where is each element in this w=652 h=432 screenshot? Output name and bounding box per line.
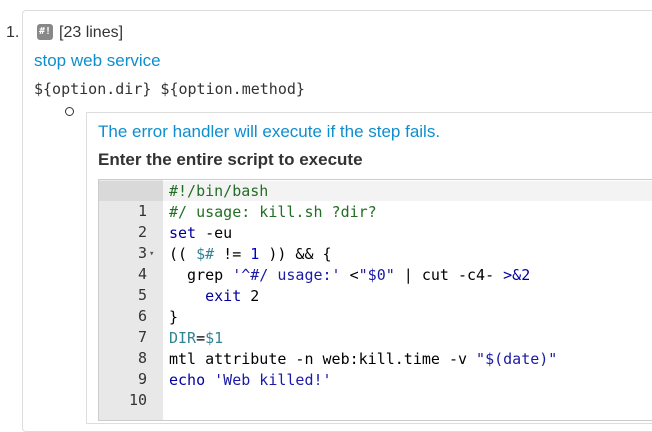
code-line[interactable]: 1 #!/bin/bash (99, 181, 652, 220)
code-text: DIR=$1 (169, 329, 224, 347)
code-text: grep '^#/ usage:' <"$0" | cut -c4- >&2 (169, 266, 531, 284)
error-handler-description: The error handler will execute if the st… (98, 122, 441, 141)
code-line[interactable]: 6 exit 2 (99, 286, 652, 325)
code-line[interactable]: 8 DIR=$1 (99, 328, 652, 367)
code-line[interactable]: 9 mtl attribute -n web:kill.time -v "$(d… (99, 349, 652, 388)
step-title-link[interactable]: stop web service (34, 51, 161, 71)
code-text: (( $# != 1 )) && { (169, 245, 332, 263)
code-text: set -eu (169, 224, 233, 242)
code-line[interactable]: 2 #/ usage: kill.sh ?dir? (99, 202, 652, 241)
code-line[interactable]: 5 grep '^#/ usage:' <"$0" | cut -c4- >&2 (99, 265, 652, 304)
line-count: [23 lines] (59, 24, 124, 41)
code-text: echo 'Web killed!' (169, 371, 332, 389)
code-line[interactable]: 7 } (99, 307, 652, 346)
code-text: exit 2 (205, 287, 260, 305)
caret-down-icon[interactable]: ▾ (149, 244, 154, 264)
code-text: } (169, 308, 179, 326)
code-text: #/ usage: kill.sh ?dir? (169, 203, 377, 221)
step-arguments: ${option.dir} ${option.method} (34, 80, 305, 98)
code-text: mtl attribute -n web:kill.time -v "$(dat… (169, 350, 558, 368)
script-editor-heading: Enter the entire script to execute (98, 150, 363, 169)
line-number: 10 (128, 391, 147, 409)
code-line[interactable]: 4 ▾ (( $# != 1 )) && { (99, 244, 652, 283)
script-icon: #! (37, 24, 53, 40)
bullet-circle-icon (65, 107, 74, 116)
script-editor[interactable]: 1 #!/bin/bash 2 #/ usage: kill.sh ?dir? … (98, 179, 652, 421)
code-text: #!/bin/bash (169, 182, 269, 200)
code-line[interactable]: 3 set -eu (99, 223, 652, 262)
step-number: 1. (6, 24, 20, 41)
code-line[interactable]: 10 echo 'Web killed!' (99, 370, 652, 409)
